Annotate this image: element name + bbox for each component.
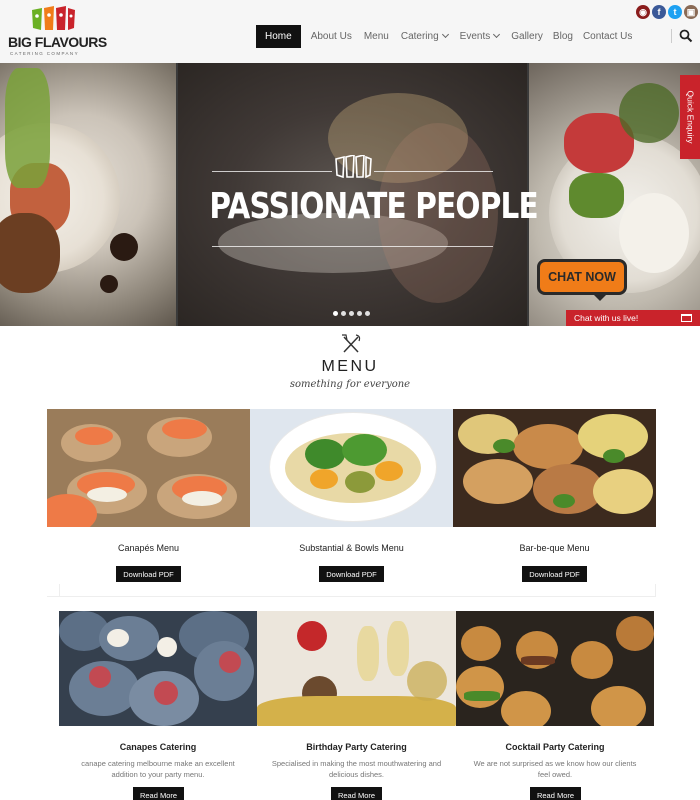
catering-card-description: canape catering melbourne make an excell… [81,759,235,779]
nav-item-gallery[interactable]: Gallery [511,25,543,48]
hero-title: PASSIONATE PEOPLE [209,186,538,227]
nav-item-label: Blog [552,31,573,42]
menu-section-title: MENU [321,358,379,375]
slider-dot[interactable] [349,311,354,316]
chevron-down-icon [441,30,449,39]
brand-tagline: CATERING COMPANY [10,51,79,56]
nav-item-events[interactable]: Events [459,25,501,48]
hero-rule-bottom [212,246,493,247]
logo[interactable]: BIG FLAVOURS CATERING COMPANY [8,6,107,56]
chat-window-icon[interactable] [681,314,692,322]
instagram-icon[interactable]: ▣ [684,5,698,19]
hero-logo-icon [335,155,372,179]
slider-dot[interactable] [357,311,362,316]
catering-card-title: Birthday Party Catering [306,742,407,752]
nav-item-home[interactable]: Home [256,25,301,48]
search-icon[interactable] [679,28,693,44]
hero-image-left [0,63,176,326]
catering-card-description: We are not surprised as we know how our … [473,759,637,779]
read-more-button[interactable]: Read More [331,787,382,800]
download-pdf-button[interactable]: Download PDF [116,566,181,582]
nav-item-catering[interactable]: Catering [400,25,449,48]
nav-item-blog[interactable]: Blog [553,25,573,48]
birthday-catering-image [257,611,456,726]
menu-card-canapes: Canapés Menu Download PDF [47,409,250,584]
live-chat-bar[interactable]: Chat with us live! [566,310,700,326]
site-header: BIG FLAVOURS CATERING COMPANY ◉ f t ▣ Home A… [0,0,700,63]
read-more-button[interactable]: Read More [530,787,581,800]
slider-dot[interactable] [365,311,370,316]
download-pdf-button[interactable]: Download PDF [522,566,587,582]
canapes-catering-image [59,611,257,726]
nav-item-label: Gallery [511,31,543,42]
slider-dot[interactable] [341,311,346,316]
twitter-icon[interactable]: t [668,5,682,19]
bowls-menu-image [250,409,453,527]
hero-rule-top-right [374,171,493,172]
nav-item-label: About Us [310,31,352,42]
catering-card-title: Cocktail Party Catering [505,742,605,752]
menu-card-title: Bar-be-que Menu [519,543,590,553]
quick-enquiry-label: Quick Enquiry [685,90,696,144]
live-chat-label: Chat with us live! [574,313,639,323]
download-pdf-button[interactable]: Download PDF [319,566,384,582]
catering-card-cocktail: Cocktail Party Catering We are not surpr… [456,611,654,800]
slider-dot[interactable] [333,311,338,316]
menu-card-title: Canapés Menu [117,543,180,553]
catering-card-birthday: Birthday Party Catering Specialised in m… [257,611,456,800]
fork-knife-icon [342,334,361,353]
nav-item-label: Contact Us [582,31,633,42]
catering-card-canapes: Canapes Catering canape catering melbour… [59,611,257,800]
slider-dots [333,311,370,316]
nav-item-about-us[interactable]: About Us [311,25,352,48]
main-nav: Home About Us Menu Catering Events Gallery Blo… [256,25,632,48]
tripadvisor-icon[interactable]: ◉ [636,5,650,19]
nav-item-contact-us[interactable]: Contact Us [583,25,632,48]
logo-flags-icon [32,6,75,30]
cocktail-catering-image [456,611,654,726]
menu-section-subtitle: something for everyone [289,379,411,390]
chevron-down-icon [493,30,501,39]
hero-rule-top [212,171,332,172]
nav-item-label: Home [265,31,292,42]
menu-card-bowls: Substantial & Bowls Menu Download PDF [250,409,453,584]
catering-card-description: Specialised in making the most mouthwate… [271,759,442,779]
nav-item-label: Events [459,31,491,42]
nav-item-menu[interactable]: Menu [364,25,389,48]
bbq-menu-image [453,409,656,527]
canapes-menu-image [47,409,250,527]
brand-name: BIG FLAVOURS [8,34,107,50]
catering-card-title: Canapes Catering [119,742,197,752]
quick-enquiry-tab[interactable]: Quick Enquiry [680,75,700,159]
nav-divider [671,29,672,43]
chat-now-label: CHAT NOW [548,270,616,284]
facebook-icon[interactable]: f [652,5,666,19]
nav-item-label: Catering [400,31,439,42]
menu-card-bbq: Bar-be-que Menu Download PDF [453,409,656,584]
read-more-button[interactable]: Read More [133,787,184,800]
menu-card-title: Substantial & Bowls Menu [299,543,404,553]
chat-now-button[interactable]: CHAT NOW [537,259,627,295]
chat-bubble-tail [592,293,608,301]
social-links: ◉ f t ▣ [636,5,698,19]
nav-item-label: Menu [363,31,389,42]
